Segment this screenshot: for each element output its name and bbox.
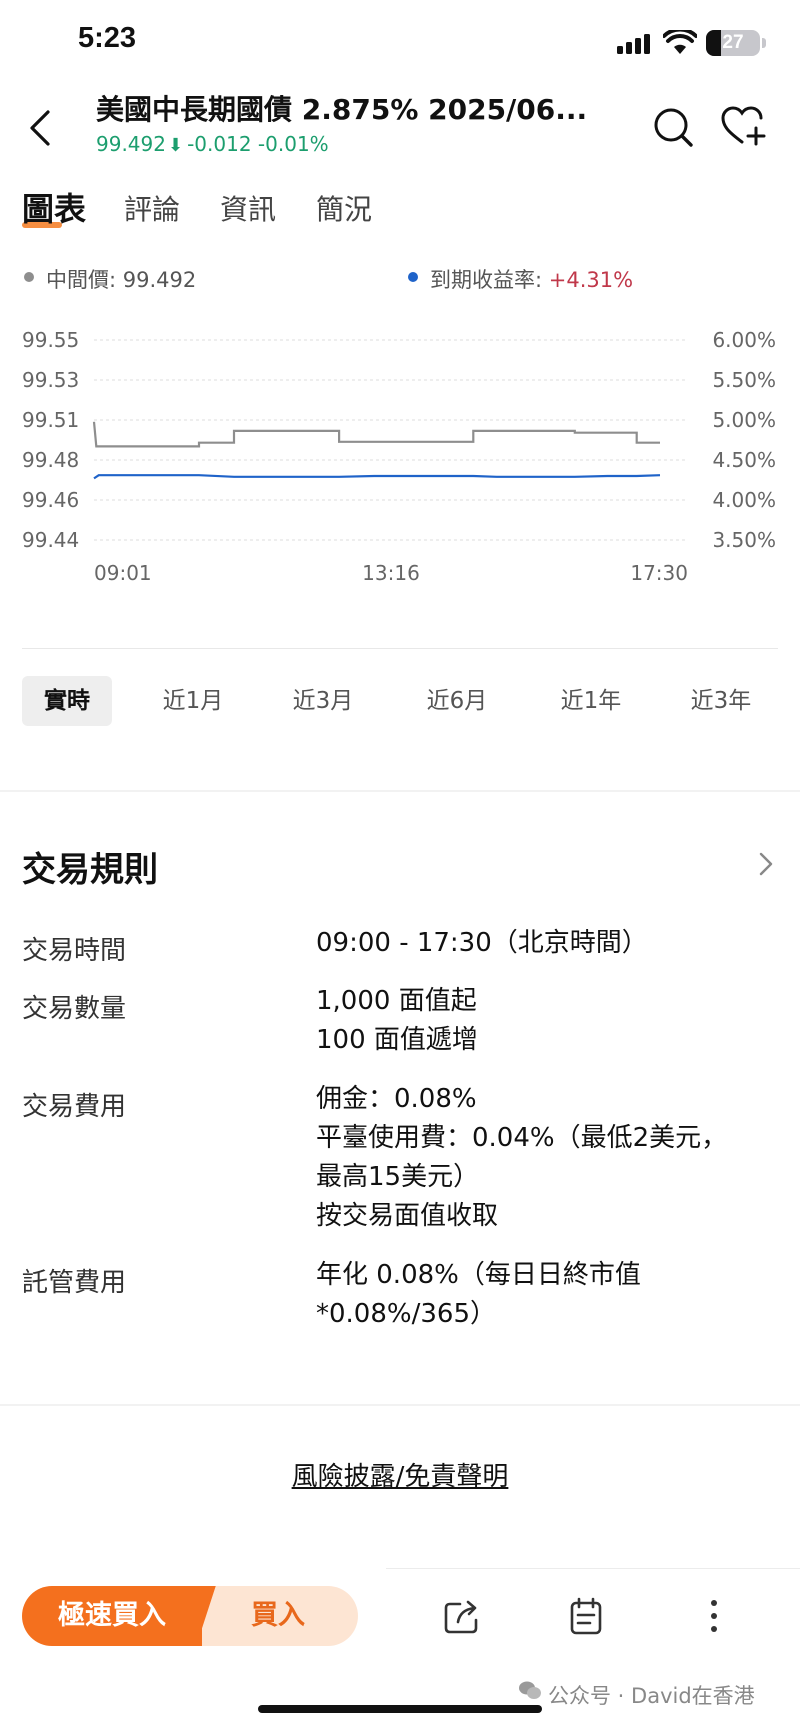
rule-line: 按交易面值收取	[316, 1201, 499, 1231]
more-options-icon[interactable]	[694, 1596, 734, 1636]
bottom-bar-border	[386, 1568, 800, 1569]
range-3m[interactable]: 近3月	[278, 676, 368, 726]
mid-price-label: 中間價:	[46, 268, 123, 292]
rule-value-custody: 年化 0.08%（每日日終市值 *0.08%/365）	[316, 1256, 641, 1334]
range-3y[interactable]: 近3年	[676, 676, 766, 726]
share-icon[interactable]	[442, 1596, 482, 1636]
y-right-tick-label: 5.50%	[712, 368, 776, 392]
price-value: 99.492	[96, 132, 166, 156]
ytm-label: 到期收益率:	[430, 268, 549, 292]
range-realtime[interactable]: 實時	[22, 676, 112, 726]
wifi-icon	[663, 30, 697, 54]
add-favorite-heart-icon[interactable]	[720, 104, 768, 148]
battery-indicator: 27	[706, 30, 760, 56]
buy-button[interactable]: 買入	[198, 1586, 358, 1646]
ytm-legend: 到期收益率: +4.31%	[430, 264, 633, 294]
y-left-tick-label: 99.46	[22, 488, 79, 512]
tab-comments[interactable]: 評論	[124, 188, 180, 228]
y-left-tick-label: 99.44	[22, 528, 79, 552]
price-change: -0.012	[187, 132, 252, 156]
status-time: 5:23	[78, 22, 137, 54]
page-title: 美國中長期國債 2.875% 2025/06...	[96, 93, 588, 126]
home-indicator[interactable]	[258, 1705, 542, 1713]
y-left-tick-label: 99.55	[22, 328, 79, 352]
rule-line: *0.08%/365）	[316, 1299, 496, 1329]
rule-value-quantity: 1,000 面值起 100 面值遞增	[316, 982, 478, 1060]
price-quote: 99.492 ⬇ -0.012 -0.01%	[96, 132, 329, 156]
range-1m[interactable]: 近1月	[148, 676, 238, 726]
mid-price-legend: 中間價: 99.492	[46, 264, 196, 294]
tab-profile[interactable]: 簡況	[316, 188, 372, 228]
risk-disclaimer-link[interactable]: 風險披露/免責聲明	[0, 1456, 800, 1493]
search-icon[interactable]	[652, 106, 694, 148]
chart-divider	[22, 648, 778, 649]
range-1y[interactable]: 近1年	[546, 676, 636, 726]
range-6m[interactable]: 近6月	[412, 676, 502, 726]
y-right-tick-label: 4.50%	[712, 448, 776, 472]
notes-calendar-icon[interactable]	[566, 1596, 606, 1636]
mid-price-line	[92, 421, 660, 448]
rule-line: 100 面值遞增	[316, 1025, 478, 1055]
tab-news[interactable]: 資訊	[220, 188, 276, 228]
rule-line: 平臺使用費：0.04%（最低2美元，	[316, 1123, 728, 1153]
ytm-value: +4.31%	[548, 268, 634, 292]
rule-line: 年化 0.08%（每日日終市值	[316, 1260, 641, 1290]
rule-label-trading-hours: 交易時間	[22, 936, 127, 966]
rule-line: 最高15美元）	[316, 1162, 480, 1192]
section-divider	[0, 1404, 800, 1406]
ytm-line	[93, 474, 661, 480]
rule-label-quantity: 交易數量	[22, 994, 127, 1024]
rule-label-fees: 交易費用	[22, 1092, 127, 1122]
x-tick-label: 17:30	[630, 561, 688, 585]
battery-cap	[762, 38, 766, 48]
rule-value-trading-hours: 09:00 - 17:30（北京時間）	[316, 924, 648, 963]
rule-line: 佣金：0.08%	[316, 1084, 477, 1114]
y-left-tick-label: 99.51	[22, 408, 79, 432]
rule-line: 1,000 面值起	[316, 986, 477, 1016]
rule-value-fees: 佣金：0.08% 平臺使用費：0.04%（最低2美元， 最高15美元） 按交易面…	[316, 1080, 727, 1236]
price-yield-chart[interactable]: 99.55 6.00% 99.53 5.50% 99.51 5.00% 99.48 4.50%…	[0, 316, 800, 646]
chevron-right-icon[interactable]	[758, 850, 774, 878]
back-arrow-icon[interactable]	[22, 108, 62, 148]
price-change-pct: -0.01%	[257, 132, 329, 156]
mid-price-legend-dot	[24, 272, 34, 282]
wechat-icon	[519, 1681, 541, 1699]
cellular-signal-icon	[617, 34, 650, 54]
y-right-tick-label: 3.50%	[712, 528, 776, 552]
fast-buy-button[interactable]: 極速買入	[22, 1586, 202, 1646]
trading-rules-title: 交易規則	[22, 850, 158, 890]
tab-chart[interactable]: 圖表	[22, 184, 86, 230]
rule-label-custody: 託管費用	[22, 1268, 127, 1298]
battery-level-text: 27	[722, 32, 744, 53]
y-right-tick-label: 4.00%	[712, 488, 776, 512]
ytm-legend-dot	[408, 272, 418, 282]
y-left-tick-label: 99.48	[22, 448, 79, 472]
watermark: 公众号 · David在香港	[548, 1684, 755, 1708]
mid-price-value: 99.492	[122, 268, 197, 292]
down-arrow-icon: ⬇	[167, 135, 184, 156]
y-right-tick-label: 5.00%	[712, 408, 776, 432]
y-left-tick-label: 99.53	[22, 368, 79, 392]
y-right-tick-label: 6.00%	[712, 328, 776, 352]
x-tick-label: 13:16	[362, 561, 420, 585]
rule-line: 09:00 - 17:30（北京時間）	[316, 928, 648, 958]
section-divider	[0, 790, 800, 792]
x-tick-label: 09:01	[94, 561, 152, 585]
